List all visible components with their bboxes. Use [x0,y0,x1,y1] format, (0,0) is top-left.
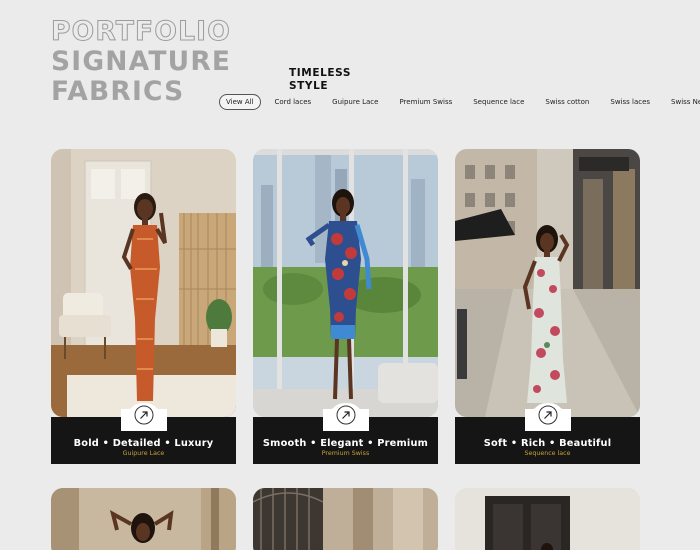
card-photo-guipure[interactable] [51,149,236,417]
filter-swiss-net[interactable]: Swiss Net [664,94,700,110]
card-title: Soft • Rich • Beautiful [483,438,612,449]
product-card-row2-3[interactable] [455,488,640,550]
arrow-up-right-icon [121,403,167,431]
tagline-line1: TIMELESS [289,67,352,79]
filter-premium-swiss[interactable]: Premium Swiss [392,94,459,110]
arrow-up-right-icon [323,403,369,431]
page-title: PORTFOLIO SIGNATURE FABRICS [50,16,232,107]
filter-view-all[interactable]: View All [219,94,261,110]
title-line-signature: SIGNATURE [51,46,232,77]
model-photo-illustration [253,488,438,550]
filter-cord-laces[interactable]: Cord laces [268,94,319,110]
card-fabric-label: Premium Swiss [321,450,370,457]
card-open-button[interactable] [121,401,167,431]
filter-bar: View All Cord laces Guipure Lace Premium… [219,94,700,110]
card-open-button[interactable] [525,401,571,431]
arrow-up-right-icon [525,403,571,431]
filter-guipure-lace[interactable]: Guipure Lace [325,94,385,110]
card-fabric-label: Guipure Lace [122,450,165,457]
model-photo-illustration [51,488,236,550]
card-fabric-label: Sequence lace [524,450,571,457]
model-photo-illustration [455,149,640,417]
product-card-row2-1[interactable] [51,488,236,550]
tagline-line2: STYLE [289,79,329,92]
filter-swiss-cotton[interactable]: Swiss cotton [538,94,596,110]
product-card-row2-2[interactable] [253,488,438,550]
title-line-fabrics: FABRICS [51,76,185,107]
filter-sequence-lace[interactable]: Sequence lace [466,94,531,110]
model-photo-illustration [455,488,640,550]
card-open-button[interactable] [323,401,369,431]
card-photo-premium-swiss[interactable] [253,149,438,417]
title-line-portfolio: PORTFOLIO [50,16,231,47]
card-photo-sequence-lace[interactable] [455,149,640,417]
card-title: Smooth • Elegant • Premium [262,438,429,449]
filter-swiss-laces[interactable]: Swiss laces [603,94,657,110]
model-photo-illustration [51,149,236,417]
card-title: Bold • Detailed • Luxury [73,438,214,449]
model-photo-illustration [253,149,438,417]
tagline: TIMELESS STYLE [289,67,351,92]
